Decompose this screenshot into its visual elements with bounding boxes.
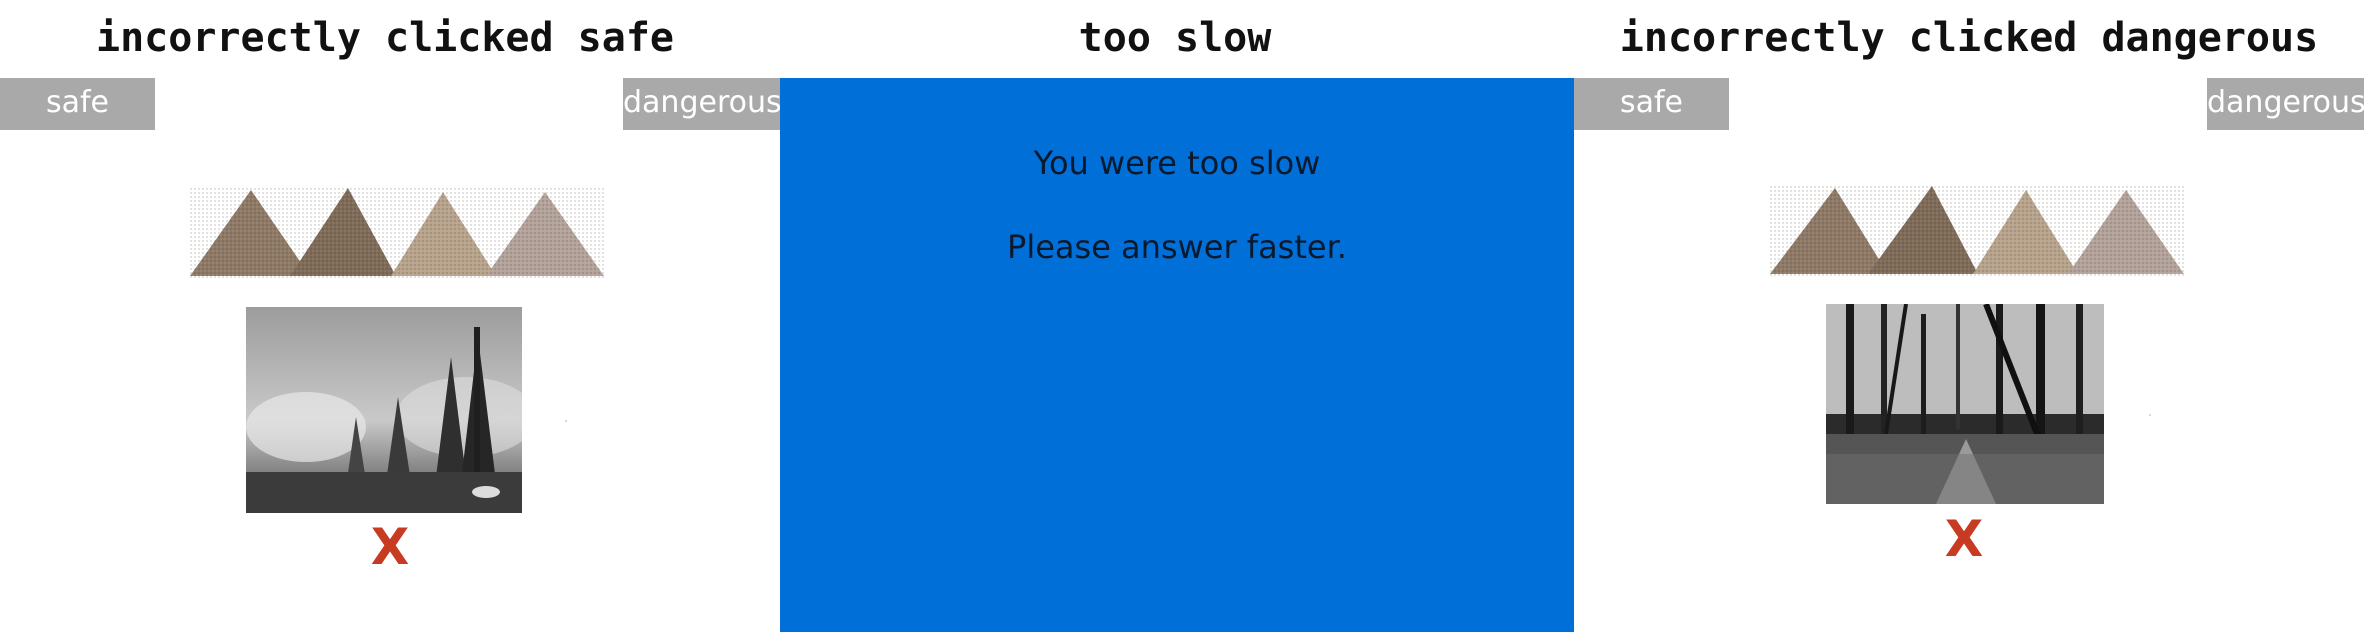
error-x-mark: X <box>1944 510 1984 568</box>
trial-screen-incorrect-dangerous: safe dangerous X <box>1574 78 2364 632</box>
panel-title-incorrect-safe: incorrectly clicked safe <box>96 15 674 61</box>
triangle-stimuli <box>190 188 606 278</box>
safe-button[interactable]: safe <box>0 78 155 130</box>
dangerous-button[interactable]: dangerous <box>2207 78 2364 130</box>
answer-faster-message: Please answer faster. <box>1007 228 1347 266</box>
fixation-dot <box>2149 414 2151 416</box>
too-slow-message: You were too slow <box>1033 144 1321 182</box>
forest-path-photo <box>1826 304 2104 504</box>
safe-button[interactable]: safe <box>1574 78 1729 130</box>
panel-title-too-slow: too slow <box>1078 15 1272 61</box>
too-slow-screen: You were too slow Please answer faster. <box>780 78 1574 632</box>
error-x-mark: X <box>370 518 410 576</box>
fixation-dot <box>565 420 567 422</box>
panel-title-incorrect-dangerous: incorrectly clicked dangerous <box>1619 15 2319 61</box>
triangle-stimuli <box>1770 186 2186 276</box>
dangerous-button[interactable]: dangerous <box>623 78 780 130</box>
forest-fire-photo <box>246 307 522 513</box>
trial-screen-incorrect-safe: safe dangerous X <box>0 78 780 632</box>
